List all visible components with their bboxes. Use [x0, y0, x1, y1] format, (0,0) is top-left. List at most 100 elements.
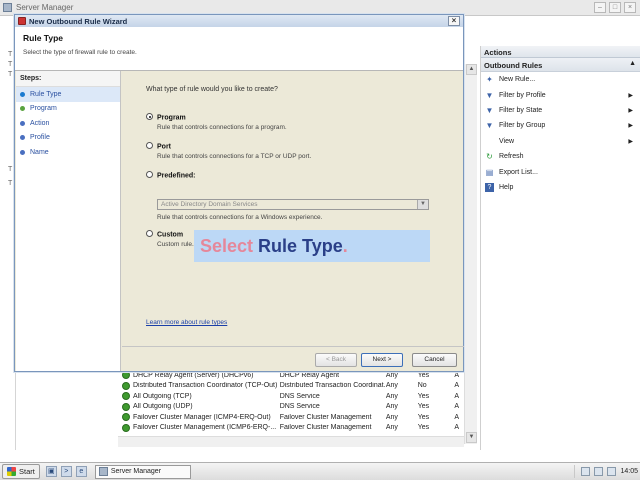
table-row[interactable]: All Outgoing (UDP) DNS Service Any Yes A [120, 402, 464, 413]
taskbar: Start ▣ > e Server Manager 14:05 [0, 462, 640, 480]
wizard-title: New Outbound Rule Wizard [29, 16, 128, 26]
filter-icon: ▼ [485, 105, 494, 115]
powershell-icon[interactable]: > [60, 466, 72, 477]
caption-overlay: Select Rule Type. [194, 230, 430, 262]
minimize-button[interactable]: – [594, 2, 606, 13]
radio-selected-icon[interactable] [146, 113, 153, 120]
enabled-rule-icon [122, 392, 130, 401]
windows-logo-icon [7, 467, 16, 476]
table-row[interactable]: All Outgoing (TCP) DNS Service Any Yes A [120, 391, 464, 402]
tree-node[interactable]: T [8, 180, 12, 187]
wizard-close-button[interactable]: × [448, 16, 460, 26]
wizard-header: Rule Type Select the type of firewall ru… [15, 27, 463, 71]
action-new-rule[interactable]: ✦ New Rule... [481, 72, 640, 87]
enabled-rule-icon [122, 413, 130, 422]
wizard-content: What type of rule would you like to crea… [122, 71, 464, 346]
volume-icon[interactable] [594, 467, 604, 476]
action-filter-by-group[interactable]: ▼ Filter by Group ▶ [481, 118, 640, 133]
action-refresh[interactable]: ↻ Refresh [481, 149, 640, 164]
option-predefined[interactable]: Predefined: [146, 171, 196, 179]
server-manager-title: Server Manager [16, 3, 74, 12]
system-tray: 14:05 [574, 465, 638, 478]
action-filter-by-state[interactable]: ▼ Filter by State ▶ [481, 103, 640, 118]
new-rule-icon: ✦ [486, 75, 493, 85]
enabled-rule-icon [122, 381, 130, 390]
notification-icon[interactable] [607, 467, 617, 476]
maximize-button[interactable]: □ [609, 2, 621, 13]
tree-node[interactable]: T [8, 166, 12, 173]
chevron-down-icon[interactable]: ▼ [417, 200, 428, 209]
wizard-subheading: Select the type of firewall rule to crea… [23, 49, 137, 56]
tree-node[interactable]: T [8, 61, 12, 68]
close-button[interactable]: × [624, 2, 636, 13]
submenu-arrow-icon: ▶ [628, 138, 633, 145]
quick-launch: ▣ > e [45, 466, 87, 477]
option-port[interactable]: Port Rule that controls connections for … [146, 142, 311, 160]
rules-vertical-scrollbar[interactable]: ▲ ▼ [464, 64, 477, 444]
wizard-button-bar: < Back Next > Cancel [122, 346, 464, 372]
outbound-rules-section[interactable]: Outbound Rules ▲ [481, 58, 640, 72]
collapse-icon[interactable]: ▲ [629, 60, 636, 67]
actions-header: Actions [481, 46, 640, 58]
refresh-icon: ↻ [486, 152, 493, 162]
step-action[interactable]: Action [16, 116, 120, 131]
enabled-rule-icon [122, 371, 130, 380]
predefined-description: Rule that controls connections for a Win… [157, 214, 323, 221]
option-program[interactable]: Program Rule that controls connections f… [146, 113, 287, 131]
option-custom[interactable]: Custom Custom rule. [146, 230, 194, 248]
table-row[interactable]: Failover Cluster Management (ICMP6-ERQ-.… [120, 423, 464, 434]
wizard-heading: Rule Type [23, 33, 63, 43]
table-row[interactable]: Distributed Transaction Coordinator (TCP… [120, 381, 464, 392]
enabled-rule-icon [122, 402, 130, 411]
step-program[interactable]: Program [16, 102, 120, 117]
step-dot-icon [20, 106, 25, 112]
scroll-down-icon[interactable]: ▼ [466, 432, 477, 443]
firewall-icon [18, 17, 26, 25]
step-rule-type[interactable]: Rule Type [16, 87, 120, 102]
submenu-arrow-icon: ▶ [628, 123, 633, 130]
next-button[interactable]: Next > [361, 353, 403, 367]
action-view[interactable]: View ▶ [481, 134, 640, 149]
current-step-icon [20, 91, 25, 97]
wizard-steps: Steps: Rule Type Program Action Profile … [16, 71, 121, 371]
learn-more-link[interactable]: Learn more about rule types [146, 319, 227, 326]
table-row[interactable]: Failover Cluster Manager (ICMP4-ERQ-Out)… [120, 412, 464, 423]
actions-pane: Actions Outbound Rules ▲ ✦ New Rule... ▼… [480, 46, 640, 450]
server-manager-launch-icon[interactable]: ▣ [45, 466, 57, 477]
clock[interactable]: 14:05 [620, 468, 638, 475]
cancel-button[interactable]: Cancel [412, 353, 457, 367]
action-export-list[interactable]: ▤ Export List... [481, 164, 640, 179]
filter-icon: ▼ [485, 90, 494, 100]
network-icon[interactable] [581, 467, 591, 476]
filter-icon: ▼ [485, 121, 494, 131]
step-dot-icon [20, 149, 25, 155]
step-name[interactable]: Name [16, 145, 120, 160]
predefined-select[interactable]: Active Directory Domain Services ▼ [157, 199, 429, 210]
submenu-arrow-icon: ▶ [628, 92, 633, 99]
submenu-arrow-icon: ▶ [628, 107, 633, 114]
tree-node[interactable]: T [8, 51, 12, 58]
start-button[interactable]: Start [2, 464, 40, 479]
step-profile[interactable]: Profile [16, 131, 120, 146]
wizard-titlebar[interactable]: New Outbound Rule Wizard × [15, 15, 463, 27]
server-manager-icon [98, 467, 108, 476]
tree-node[interactable]: T [8, 71, 12, 78]
radio-icon[interactable] [146, 171, 153, 178]
scroll-up-icon[interactable]: ▲ [466, 64, 477, 75]
internet-explorer-icon[interactable]: e [75, 466, 87, 477]
radio-icon[interactable] [146, 230, 153, 237]
server-manager-icon [3, 3, 12, 12]
radio-icon[interactable] [146, 142, 153, 149]
taskbar-server-manager[interactable]: Server Manager [94, 464, 191, 479]
outbound-rules-list: DHCP Relay Agent (Server) (DHCPv6) DHCP … [120, 370, 464, 434]
step-dot-icon [20, 120, 25, 126]
help-icon: ? [485, 182, 494, 192]
enabled-rule-icon [122, 423, 130, 432]
step-dot-icon [20, 135, 25, 141]
rules-horizontal-scrollbar[interactable] [118, 436, 464, 447]
new-outbound-rule-wizard: New Outbound Rule Wizard × Rule Type Sel… [14, 14, 464, 372]
action-filter-by-profile[interactable]: ▼ Filter by Profile ▶ [481, 87, 640, 102]
back-button[interactable]: < Back [315, 353, 357, 367]
rule-type-question: What type of rule would you like to crea… [146, 86, 278, 93]
action-help[interactable]: ? Help [481, 180, 640, 195]
